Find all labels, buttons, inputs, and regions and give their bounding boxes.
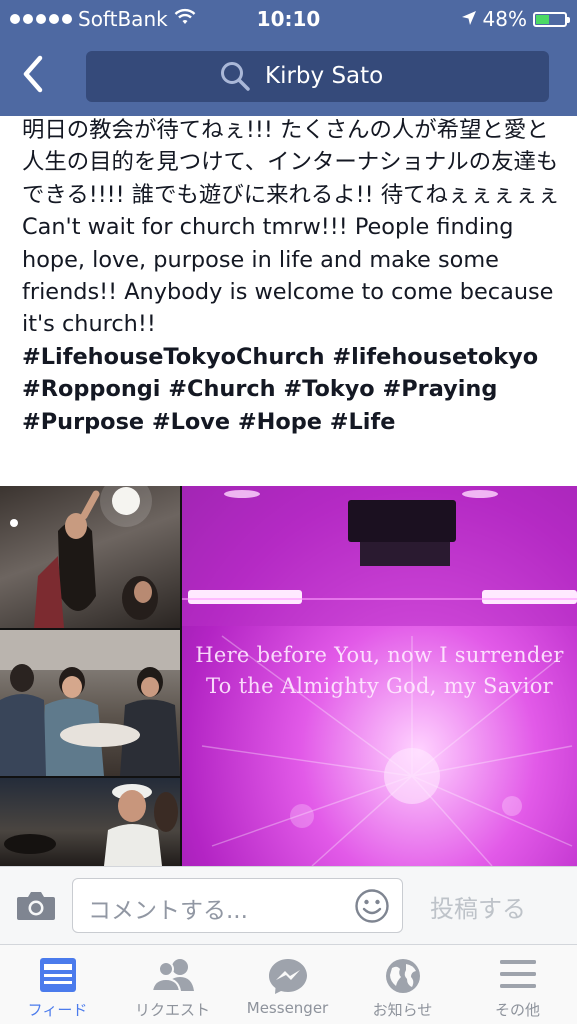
comment-bar: コメントする... 投稿する [0, 866, 577, 944]
search-icon [219, 60, 251, 98]
camera-icon [16, 892, 56, 925]
location-arrow-icon [461, 7, 477, 31]
back-button[interactable] [20, 54, 60, 98]
comment-placeholder: コメントする... [88, 898, 248, 924]
back-chevron-icon [20, 55, 46, 98]
photo-lyric-line-2: To the Almighty God, my Savior [205, 674, 554, 698]
battery-level-fill [536, 14, 549, 24]
search-text: Kirby Sato [265, 63, 384, 89]
menu-icon [499, 957, 537, 995]
photo-grid: Here before You, now I surrender To the … [0, 486, 577, 866]
camera-button[interactable] [16, 889, 56, 923]
navigation-bar: SoftBank 10:10 48% Kirby Sato [0, 0, 577, 116]
tab-label: お知らせ [372, 1001, 433, 1019]
tab-bar: フィード リクエスト Messenger お知らせ その他 [0, 944, 577, 1024]
tab-label: リクエスト [134, 1001, 210, 1019]
messenger-icon [268, 957, 308, 999]
friend-requests-icon [150, 957, 196, 997]
photo-lyric-line-1: Here before You, now I surrender [195, 643, 564, 667]
tab-label: フィード [27, 1001, 88, 1019]
photo-friends[interactable] [0, 778, 180, 866]
status-bar: SoftBank 10:10 48% [0, 0, 577, 38]
tab-label: その他 [494, 1001, 540, 1019]
emoji-smiley-icon[interactable] [354, 888, 390, 924]
post-hashtags[interactable]: #LifehouseTokyoChurch #lifehousetokyo #R… [22, 341, 562, 438]
comment-input[interactable]: コメントする... [72, 878, 403, 933]
tab-news-feed[interactable]: フィード [0, 945, 115, 1025]
globe-notifications-icon [384, 957, 422, 999]
post-japanese-text: 明日の教会が待てねぇ!!! たくさんの人が希望と愛と人生の目的を見つけて、インタ… [22, 117, 560, 208]
photo-worship-lyrics[interactable]: Here before You, now I surrender To the … [182, 486, 577, 866]
battery-icon [533, 11, 570, 27]
search-field[interactable]: Kirby Sato [86, 51, 549, 102]
tab-more[interactable]: その他 [460, 945, 575, 1025]
battery-percent: 48% [482, 7, 527, 31]
photo-group-dinner[interactable] [0, 630, 180, 776]
photo-worship[interactable] [0, 486, 180, 628]
tab-label: Messenger [246, 999, 329, 1017]
post-english-text: Can't wait for church tmrw!!! People fin… [22, 214, 554, 338]
post-text: 明日の教会が待てねぇ!!! たくさんの人が希望と愛と人生の目的を見つけて、インタ… [22, 114, 562, 438]
tab-notifications[interactable]: お知らせ [345, 945, 460, 1025]
tab-messenger[interactable]: Messenger [230, 945, 345, 1025]
news-feed-icon [39, 957, 77, 997]
post-comment-button[interactable]: 投稿する [430, 889, 526, 924]
tab-requests[interactable]: リクエスト [115, 945, 230, 1025]
status-right: 48% [461, 7, 570, 31]
